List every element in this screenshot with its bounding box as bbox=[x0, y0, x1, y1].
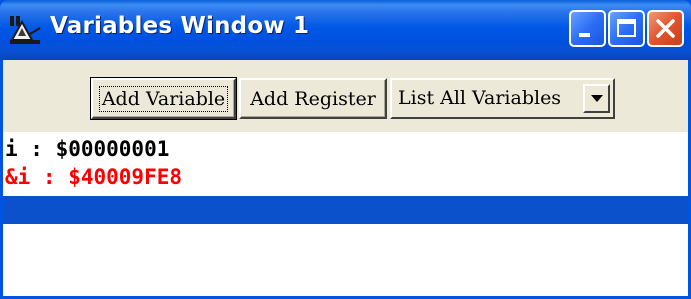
dropdown-arrow-icon[interactable] bbox=[583, 84, 610, 113]
debugger-app-icon[interactable] bbox=[8, 14, 42, 46]
minimize-icon bbox=[579, 33, 590, 37]
client-area: Add Variable Add Register List All Varia… bbox=[3, 60, 688, 296]
variables-list[interactable]: i : $00000001 &i : $40009FE8 bbox=[3, 132, 688, 296]
toolbar: Add Variable Add Register List All Varia… bbox=[3, 60, 688, 132]
close-icon bbox=[656, 19, 675, 38]
variable-row[interactable]: &i : $40009FE8 bbox=[5, 164, 182, 190]
maximize-icon bbox=[617, 19, 636, 37]
add-variable-label: Add Variable bbox=[98, 85, 229, 112]
variable-filter-select[interactable]: List All Variables bbox=[390, 78, 615, 119]
close-button[interactable] bbox=[647, 10, 684, 47]
maximize-button[interactable] bbox=[608, 10, 645, 47]
add-variable-button[interactable]: Add Variable bbox=[90, 77, 237, 120]
variable-row[interactable]: i : $00000001 bbox=[5, 136, 169, 162]
window-title: Variables Window 1 bbox=[50, 13, 310, 39]
variables-window: Variables Window 1 Add Variable Add Regi… bbox=[0, 0, 691, 299]
title-bar[interactable]: Variables Window 1 bbox=[0, 0, 691, 60]
minimize-button[interactable] bbox=[569, 10, 606, 47]
selected-row-highlight[interactable] bbox=[3, 196, 688, 224]
variable-filter-value: List All Variables bbox=[398, 87, 562, 109]
add-register-button[interactable]: Add Register bbox=[239, 78, 387, 119]
